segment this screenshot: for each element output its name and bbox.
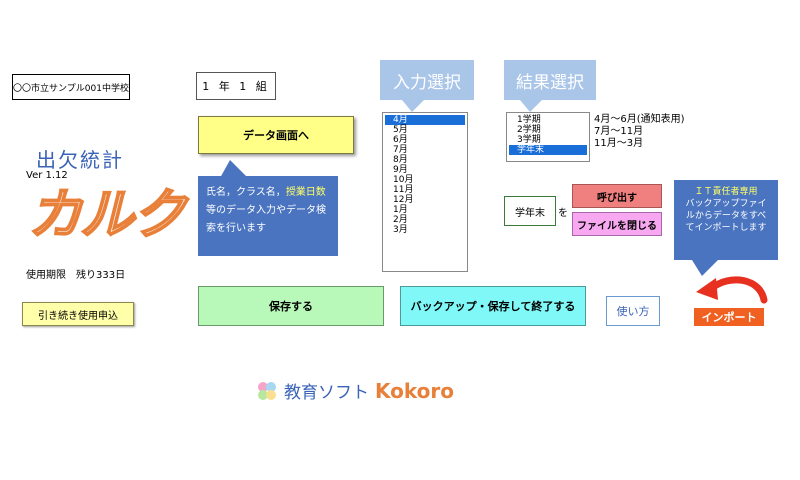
backup-exit-button[interactable]: バックアップ・保存して終了する xyxy=(400,286,586,326)
month-option[interactable]: 1月 xyxy=(385,205,465,215)
term-description: 7月～11月 xyxy=(594,126,644,137)
month-option[interactable]: 8月 xyxy=(385,155,465,165)
month-option[interactable]: 9月 xyxy=(385,165,465,175)
input-select-pointer xyxy=(402,100,424,112)
term-option[interactable]: 3学期 xyxy=(509,135,587,145)
month-option[interactable]: 11月 xyxy=(385,185,465,195)
brand-logo: 教育ソフト Kokoro xyxy=(256,378,454,403)
selected-term-field: 学年末 xyxy=(504,196,556,226)
term-description: 4月～6月(通知表用) xyxy=(594,114,685,125)
data-screen-button[interactable]: データ画面へ xyxy=(198,116,354,154)
input-select-label: 入力選択 xyxy=(380,60,474,100)
brand-name: Kokoro xyxy=(375,378,454,403)
term-option[interactable]: 2学期 xyxy=(509,125,587,135)
app-title: 出欠統計 xyxy=(36,148,124,172)
month-option[interactable]: 4月 xyxy=(385,115,465,125)
month-option[interactable]: 2月 xyxy=(385,215,465,225)
particle-text: を xyxy=(558,208,568,219)
month-option[interactable]: 12月 xyxy=(385,195,465,205)
term-listbox[interactable]: 1学期 2学期 3学期 学年末 xyxy=(506,112,590,162)
curved-arrow-icon xyxy=(696,276,768,304)
month-option[interactable]: 6月 xyxy=(385,135,465,145)
result-select-pointer xyxy=(520,100,542,112)
usage-period: 使用期限 残り333日 xyxy=(26,270,126,281)
month-option[interactable]: 3月 xyxy=(385,225,465,235)
callout-highlight: 授業日数 xyxy=(285,187,326,198)
call-button[interactable]: 呼び出す xyxy=(572,184,662,208)
save-button[interactable]: 保存する xyxy=(198,286,384,326)
class-label: 1 年 1 組 xyxy=(196,72,276,100)
app-logo-text: カルク xyxy=(27,183,187,246)
callout-text-2: 等のデータ入力やデータ検索を行います xyxy=(206,205,326,234)
renew-button[interactable]: 引き続き使用申込 xyxy=(22,302,134,326)
result-select-label: 結果選択 xyxy=(504,60,596,100)
term-descriptions: 4月～6月(通知表用) 7月～11月 11月～3月 xyxy=(594,114,685,150)
data-screen-callout: 氏名，クラス名，授業日数等のデータ入力やデータ検索を行います xyxy=(198,176,338,256)
term-option[interactable]: 1学期 xyxy=(509,115,587,125)
import-button[interactable]: インポート xyxy=(694,308,764,326)
month-listbox[interactable]: 4月 5月 6月 7月 8月 9月 10月 11月 12月 1月 2月 3月 xyxy=(382,112,468,272)
it-note-heading: ＩＴ責任者専用 xyxy=(694,187,758,197)
clover-icon xyxy=(258,381,276,400)
month-option[interactable]: 5月 xyxy=(385,125,465,135)
it-admin-note: ＩＴ責任者専用 バックアップファイルからデータをすべてインポートします xyxy=(674,180,778,260)
brand-prefix: 教育ソフト xyxy=(284,383,369,403)
term-option[interactable]: 学年末 xyxy=(509,145,587,155)
close-file-button[interactable]: ファイルを閉じる xyxy=(572,212,662,236)
app-version: Ver 1.12 xyxy=(26,170,68,181)
it-note-body: バックアップファイルからデータをすべてインポートします xyxy=(685,199,767,233)
month-option[interactable]: 10月 xyxy=(385,175,465,185)
callout-text-1: 氏名，クラス名， xyxy=(206,187,286,198)
term-description: 11月～3月 xyxy=(594,138,644,149)
school-name: 〇〇市立サンプル001中学校 xyxy=(12,74,130,100)
month-option[interactable]: 7月 xyxy=(385,145,465,155)
howto-button[interactable]: 使い方 xyxy=(606,296,660,326)
